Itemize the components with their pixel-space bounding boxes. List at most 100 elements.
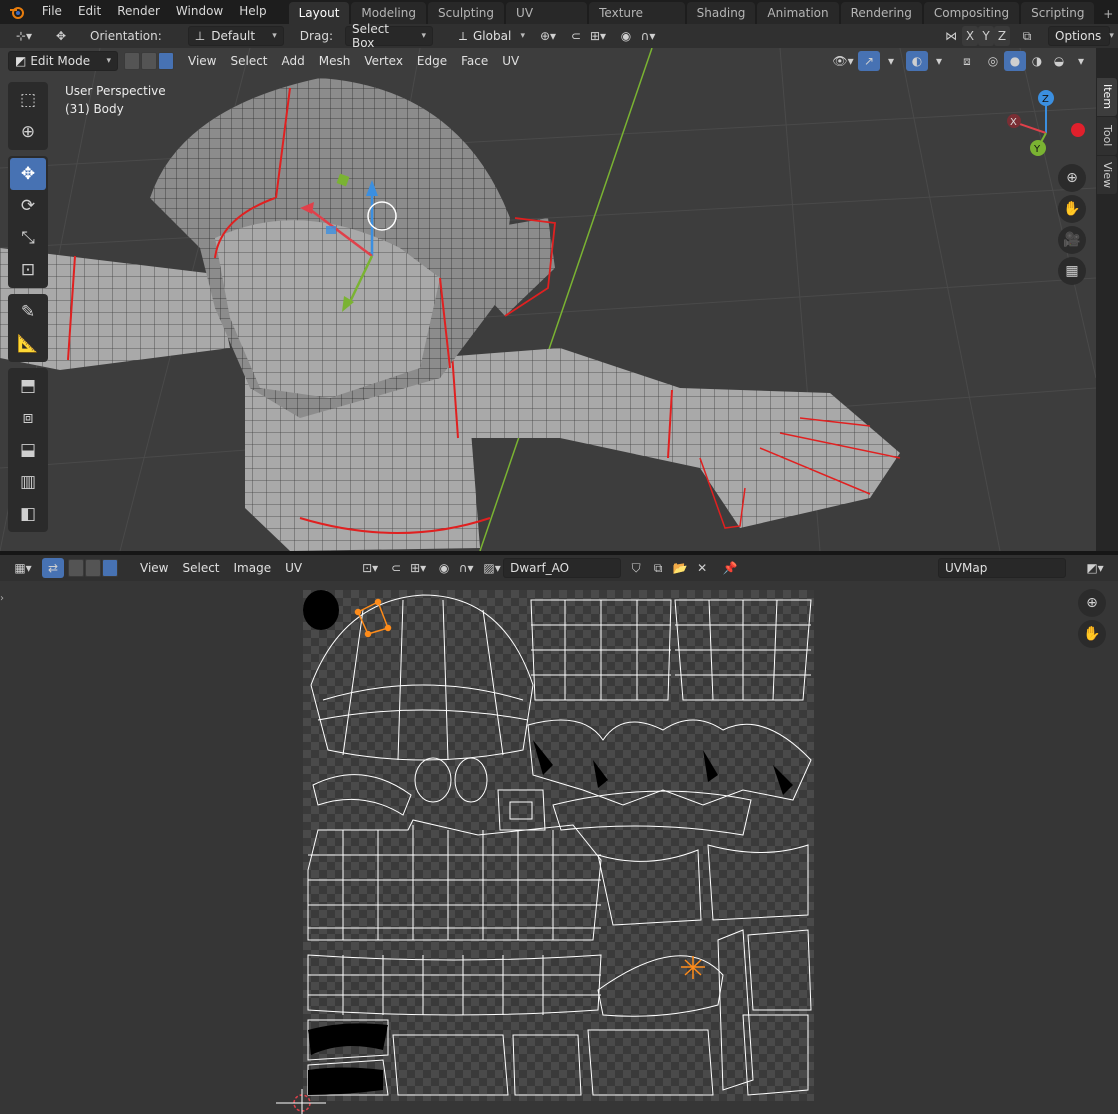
select-box-icon[interactable]: ⬚ xyxy=(10,84,46,116)
menu-file[interactable]: File xyxy=(34,0,70,24)
mirror-icon[interactable]: ⋈ xyxy=(940,26,962,46)
drag-dropdown[interactable]: Select Box ▾ xyxy=(344,22,433,50)
unlink-image-close-icon[interactable]: ✕ xyxy=(691,558,713,578)
falloff-icon[interactable]: ∩▾ xyxy=(637,26,659,46)
editor-type-icon[interactable]: ⊹▾ xyxy=(8,26,40,46)
loop-cut-icon[interactable]: ▥ xyxy=(10,466,46,498)
sidebar-tab-item[interactable]: Item xyxy=(1097,78,1117,116)
uv-texture-image[interactable] xyxy=(303,590,814,1101)
cursor-icon[interactable]: ⊕ xyxy=(10,116,46,148)
menu-window[interactable]: Window xyxy=(168,0,231,24)
menu-view[interactable]: View xyxy=(181,54,223,68)
uv-display-mode-icon[interactable]: ◩▾ xyxy=(1080,558,1110,578)
perspective-grid-icon[interactable]: ▦ xyxy=(1058,257,1086,285)
menu-render[interactable]: Render xyxy=(109,0,168,24)
transform-icon[interactable]: ⊡ xyxy=(10,254,46,286)
menu-edit[interactable]: Edit xyxy=(70,0,109,24)
overlays-icon[interactable]: ◐ xyxy=(906,51,928,71)
tab-shading[interactable]: Shading xyxy=(686,2,756,24)
inset-icon[interactable]: ⧈ xyxy=(10,402,46,434)
uv-sync-selection-icon[interactable]: ⇄ xyxy=(42,558,64,578)
transform-orientation-dropdown[interactable]: ⟂ Global ▾ xyxy=(453,26,531,46)
pan-hand-icon[interactable]: ✋ xyxy=(1058,195,1086,223)
menu-add[interactable]: Add xyxy=(275,54,312,68)
tab-animation[interactable]: Animation xyxy=(757,2,839,24)
move-icon[interactable]: ✥ xyxy=(10,158,46,190)
axis-z-toggle[interactable]: Z xyxy=(994,26,1010,46)
options-dropdown[interactable]: Options ▾ xyxy=(1048,26,1114,46)
mode-dropdown[interactable]: ◩ Edit Mode ▾ xyxy=(8,51,118,71)
annotate-icon[interactable]: ✎ xyxy=(10,296,46,328)
material-shading-icon[interactable]: ◑ xyxy=(1026,51,1048,71)
xray-icon[interactable]: ⧈ xyxy=(956,51,978,71)
2d-cursor-icon[interactable] xyxy=(276,1089,326,1114)
camera-icon[interactable]: 🎥 xyxy=(1058,226,1086,254)
viewport-scene[interactable] xyxy=(0,48,1096,551)
axis-y-toggle[interactable]: Y xyxy=(978,26,994,46)
face-select-button[interactable] xyxy=(158,52,174,70)
uv-edge-select-button[interactable] xyxy=(85,559,101,577)
tab-modeling[interactable]: Modeling xyxy=(351,2,426,24)
uv-editor-type-icon[interactable]: ▦▾ xyxy=(8,558,38,578)
rendered-shading-icon[interactable]: ◒ xyxy=(1048,51,1070,71)
new-image-icon[interactable]: ⧉ xyxy=(647,558,669,578)
wireframe-shading-icon[interactable]: ◎ xyxy=(982,51,1004,71)
chevron-down-icon[interactable]: ▾ xyxy=(928,51,950,71)
tab-rendering[interactable]: Rendering xyxy=(840,2,922,24)
uv-menu-view[interactable]: View xyxy=(133,561,175,575)
uv-snap-icon[interactable]: ⊂ xyxy=(385,558,407,578)
menu-uv[interactable]: UV xyxy=(495,54,526,68)
gizmo-toggle-icon[interactable]: ↗ xyxy=(858,51,880,71)
3d-viewport[interactable]: ◩ Edit Mode ▾ View Select Add Mesh Verte… xyxy=(0,48,1096,551)
blender-logo-icon[interactable] xyxy=(0,0,34,24)
tab-sculpting[interactable]: Sculpting xyxy=(428,2,505,24)
visibility-icon[interactable]: 👁▾ xyxy=(832,51,854,71)
uv-menu-select[interactable]: Select xyxy=(175,561,226,575)
menu-help[interactable]: Help xyxy=(231,0,274,24)
extrude-icon[interactable]: ⬒ xyxy=(10,370,46,402)
uv-proportional-icon[interactable]: ◉ xyxy=(433,558,455,578)
add-workspace-button[interactable]: + xyxy=(1098,4,1118,24)
menu-vertex[interactable]: Vertex xyxy=(357,54,410,68)
snap-icon[interactable]: ⊂ xyxy=(565,26,587,46)
scale-icon[interactable]: ⤡ xyxy=(10,222,46,254)
proportional-edit-icon[interactable]: ◉ xyxy=(615,26,637,46)
measure-icon[interactable]: 📐 xyxy=(10,328,46,360)
pivot-point-icon[interactable]: ⊕▾ xyxy=(537,26,559,46)
fake-user-shield-icon[interactable]: ⛉ xyxy=(625,558,647,578)
tab-layout[interactable]: Layout xyxy=(288,2,350,24)
tab-scripting[interactable]: Scripting xyxy=(1021,2,1095,24)
uv-editor-canvas[interactable]: › ⊕ ✋ xyxy=(0,581,1118,1114)
pin-icon[interactable]: 📌 xyxy=(719,558,741,578)
zoom-icon[interactable]: ⊕ xyxy=(1058,164,1086,192)
edge-select-button[interactable] xyxy=(141,52,157,70)
sidebar-tab-tool[interactable]: Tool xyxy=(1097,117,1117,155)
knife-icon[interactable]: ◧ xyxy=(10,498,46,530)
image-browse-icon[interactable]: ▨▾ xyxy=(481,558,503,578)
uv-menu-image[interactable]: Image xyxy=(227,561,279,575)
menu-mesh[interactable]: Mesh xyxy=(312,54,358,68)
bevel-icon[interactable]: ⬓ xyxy=(10,434,46,466)
orientation-dropdown[interactable]: ⊥ Default ▾ xyxy=(187,26,284,46)
chevron-down-icon[interactable]: ▾ xyxy=(880,51,902,71)
solid-shading-icon[interactable]: ● xyxy=(1004,51,1026,71)
snap-target-icon[interactable]: ⊞▾ xyxy=(587,26,609,46)
menu-select[interactable]: Select xyxy=(223,54,274,68)
uv-pivot-icon[interactable]: ⊡▾ xyxy=(359,558,381,578)
uv-pan-hand-icon[interactable]: ✋ xyxy=(1078,620,1106,648)
tab-uv-editing[interactable]: UV Editing xyxy=(506,2,588,42)
uv-face-select-button[interactable] xyxy=(102,559,118,577)
topology-mirror-icon[interactable]: ⧉ xyxy=(1016,26,1038,46)
sidebar-tab-view[interactable]: View xyxy=(1097,156,1117,194)
uv-vertex-select-button[interactable] xyxy=(68,559,84,577)
tab-texture-paint[interactable]: Texture Paint xyxy=(589,2,685,42)
open-image-folder-icon[interactable]: 📂 xyxy=(669,558,691,578)
menu-edge[interactable]: Edge xyxy=(410,54,454,68)
uv-falloff-icon[interactable]: ∩▾ xyxy=(455,558,477,578)
uvmap-field[interactable]: UVMap xyxy=(938,558,1066,578)
menu-face[interactable]: Face xyxy=(454,54,495,68)
rotate-icon[interactable]: ⟳ xyxy=(10,190,46,222)
chevron-down-icon[interactable]: ▾ xyxy=(1070,51,1092,71)
axis-x-toggle[interactable]: X xyxy=(962,26,978,46)
image-name-field[interactable]: Dwarf_AO xyxy=(503,558,622,578)
